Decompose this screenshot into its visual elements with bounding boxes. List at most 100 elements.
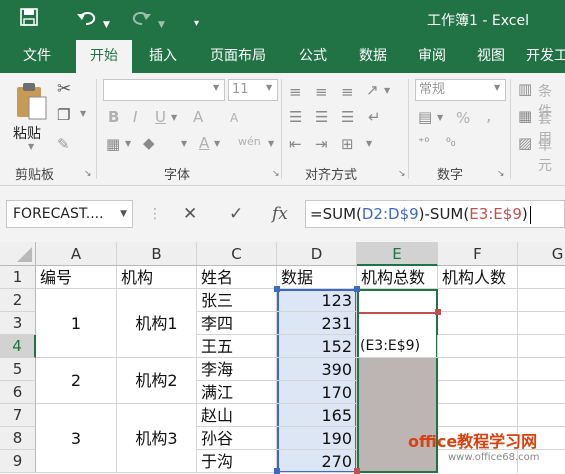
row-header-4[interactable]: 4 bbox=[0, 335, 36, 358]
cell-B7-merged[interactable]: 机构3 bbox=[117, 404, 197, 473]
column-header-A[interactable]: A bbox=[36, 242, 117, 266]
cell-A2-merged[interactable]: 1 bbox=[36, 289, 117, 358]
cell-D2[interactable]: 123 bbox=[277, 289, 357, 312]
save-icon[interactable] bbox=[20, 8, 38, 33]
increase-indent-icon[interactable]: ⇥ bbox=[315, 135, 328, 153]
tab-developer[interactable]: 开发工 bbox=[526, 40, 565, 73]
font-color-button[interactable]: A bbox=[199, 134, 209, 152]
cell-E1[interactable]: 机构总数 bbox=[357, 266, 438, 289]
paste-icon[interactable] bbox=[14, 81, 48, 125]
tab-data[interactable]: 数据 bbox=[348, 40, 398, 73]
paste-label[interactable]: 粘贴 bbox=[13, 123, 41, 143]
shrink-font-button[interactable]: A bbox=[230, 111, 238, 125]
cell-A7-merged[interactable]: 3 bbox=[36, 404, 117, 473]
cell-C9[interactable]: 于沟 bbox=[197, 450, 277, 473]
cell-D3[interactable]: 231 bbox=[277, 312, 357, 335]
range-handle[interactable] bbox=[274, 286, 280, 292]
cell-E4-editing[interactable]: (E3:E$9) bbox=[357, 335, 438, 358]
cell-F1[interactable]: 机构人数 bbox=[438, 266, 518, 289]
tab-insert[interactable]: 插入 bbox=[138, 40, 188, 73]
underline-dropdown-icon[interactable]: ▼ bbox=[171, 113, 177, 122]
tab-file[interactable]: 文件 bbox=[12, 40, 62, 73]
column-header-D[interactable]: D bbox=[277, 242, 357, 266]
align-top-icon[interactable]: ≡ bbox=[289, 83, 302, 101]
range-handle[interactable] bbox=[435, 309, 441, 315]
column-header-E[interactable]: E bbox=[357, 242, 438, 266]
align-right-icon[interactable]: ☰ bbox=[341, 108, 354, 126]
name-box[interactable]: FORECAST.... ▼ bbox=[6, 200, 133, 228]
column-header-B[interactable]: B bbox=[117, 242, 197, 266]
name-box-dropdown-icon[interactable]: ▼ bbox=[120, 201, 127, 227]
undo-dropdown-icon[interactable]: ▼ bbox=[103, 13, 110, 37]
column-header-G[interactable]: G bbox=[518, 242, 565, 266]
formula-input[interactable]: =SUM(D2:D$9)-SUM(E3:E$9) bbox=[305, 200, 565, 228]
underline-button[interactable]: U bbox=[155, 108, 166, 126]
column-header-C[interactable]: C bbox=[197, 242, 277, 266]
number-format-dropdown-icon[interactable]: ▼ bbox=[494, 83, 500, 92]
font-name-combo[interactable] bbox=[103, 79, 225, 101]
cell-C5[interactable]: 李海 bbox=[197, 358, 277, 381]
row-header-7[interactable]: 7 bbox=[0, 404, 36, 427]
decrease-decimal-icon[interactable]: ⁰₀ bbox=[446, 135, 456, 149]
grow-font-button[interactable]: A bbox=[193, 108, 203, 126]
cell-C1[interactable]: 姓名 bbox=[197, 266, 277, 289]
merge-dropdown-icon[interactable]: ▼ bbox=[366, 139, 372, 148]
accounting-icon[interactable]: ▤ bbox=[418, 108, 432, 126]
border-dropdown-icon[interactable]: ▼ bbox=[125, 139, 131, 148]
clipboard-launcher-icon[interactable]: ↘ bbox=[84, 169, 92, 179]
cell-styles-button[interactable]: 单元 bbox=[538, 135, 565, 175]
format-table-icon[interactable]: ▦ bbox=[518, 107, 532, 125]
tab-home[interactable]: 开始 bbox=[76, 40, 132, 73]
worksheet-grid[interactable]: A B C D E F G 1 2 3 4 5 6 7 8 9 编号 机构 姓名… bbox=[0, 242, 565, 474]
cell-D9[interactable]: 270 bbox=[277, 450, 357, 473]
phonetic-dropdown-icon[interactable]: ▼ bbox=[268, 139, 274, 148]
cell-A1[interactable]: 编号 bbox=[36, 266, 117, 289]
accounting-dropdown-icon[interactable]: ▼ bbox=[437, 113, 443, 122]
alignment-launcher-icon[interactable]: ↘ bbox=[398, 169, 406, 179]
orientation-icon[interactable]: ↗ bbox=[366, 81, 379, 99]
cell-B5-merged[interactable]: 机构2 bbox=[117, 358, 197, 404]
cell-C7[interactable]: 赵山 bbox=[197, 404, 277, 427]
phonetic-button[interactable]: wén bbox=[238, 135, 261, 148]
decrease-indent-icon[interactable]: ⇤ bbox=[289, 135, 302, 153]
row-header-6[interactable]: 6 bbox=[0, 381, 36, 404]
fill-dropdown-icon[interactable]: ▼ bbox=[181, 139, 187, 148]
border-icon[interactable]: ▦ bbox=[106, 135, 120, 153]
number-format-combo[interactable]: 常规 bbox=[415, 79, 506, 101]
select-all-button[interactable] bbox=[0, 242, 36, 266]
paste-dropdown-icon[interactable]: ▼ bbox=[28, 142, 34, 151]
cell-D7[interactable]: 165 bbox=[277, 404, 357, 427]
align-middle-icon[interactable]: ≡ bbox=[315, 83, 328, 101]
cell-D1[interactable]: 数据 bbox=[277, 266, 357, 289]
redo-icon[interactable] bbox=[130, 8, 152, 35]
format-painter-icon[interactable]: ✎ bbox=[57, 135, 70, 153]
range-handle[interactable] bbox=[274, 468, 280, 474]
row-header-2[interactable]: 2 bbox=[0, 289, 36, 312]
increase-decimal-icon[interactable]: ⁺⁰ bbox=[418, 135, 429, 149]
cell-C8[interactable]: 孙谷 bbox=[197, 427, 277, 450]
comma-button[interactable]: , bbox=[486, 106, 491, 126]
redo-dropdown-icon[interactable]: ▼ bbox=[158, 13, 165, 37]
align-center-icon[interactable]: ☰ bbox=[315, 108, 328, 126]
align-left-icon[interactable]: ☰ bbox=[289, 108, 302, 126]
copy-dropdown-icon[interactable]: ▼ bbox=[80, 109, 86, 118]
align-bottom-icon[interactable]: ≡ bbox=[341, 83, 354, 101]
wrap-text-icon[interactable]: ↵ bbox=[368, 108, 381, 126]
cell-C3[interactable]: 李四 bbox=[197, 312, 277, 335]
cell-D5[interactable]: 390 bbox=[277, 358, 357, 381]
merge-center-icon[interactable]: ⊞ bbox=[341, 135, 354, 153]
cell-D6[interactable]: 170 bbox=[277, 381, 357, 404]
copy-icon[interactable]: ❐ bbox=[57, 106, 70, 124]
cell-styles-icon[interactable]: ▨ bbox=[518, 134, 532, 152]
tab-page-layout[interactable]: 页面布局 bbox=[198, 40, 278, 73]
customize-icon[interactable]: ▾ bbox=[194, 12, 199, 36]
undo-icon[interactable] bbox=[76, 8, 98, 35]
cell-G1[interactable] bbox=[518, 266, 565, 289]
cell-B2-merged[interactable]: 机构1 bbox=[117, 289, 197, 358]
row-header-3[interactable]: 3 bbox=[0, 312, 36, 335]
font-name-dropdown-icon[interactable]: ▼ bbox=[213, 83, 219, 92]
range-handle[interactable] bbox=[354, 468, 360, 474]
column-header-F[interactable]: F bbox=[438, 242, 518, 266]
cell-D8[interactable]: 190 bbox=[277, 427, 357, 450]
row-header-9[interactable]: 9 bbox=[0, 450, 36, 473]
